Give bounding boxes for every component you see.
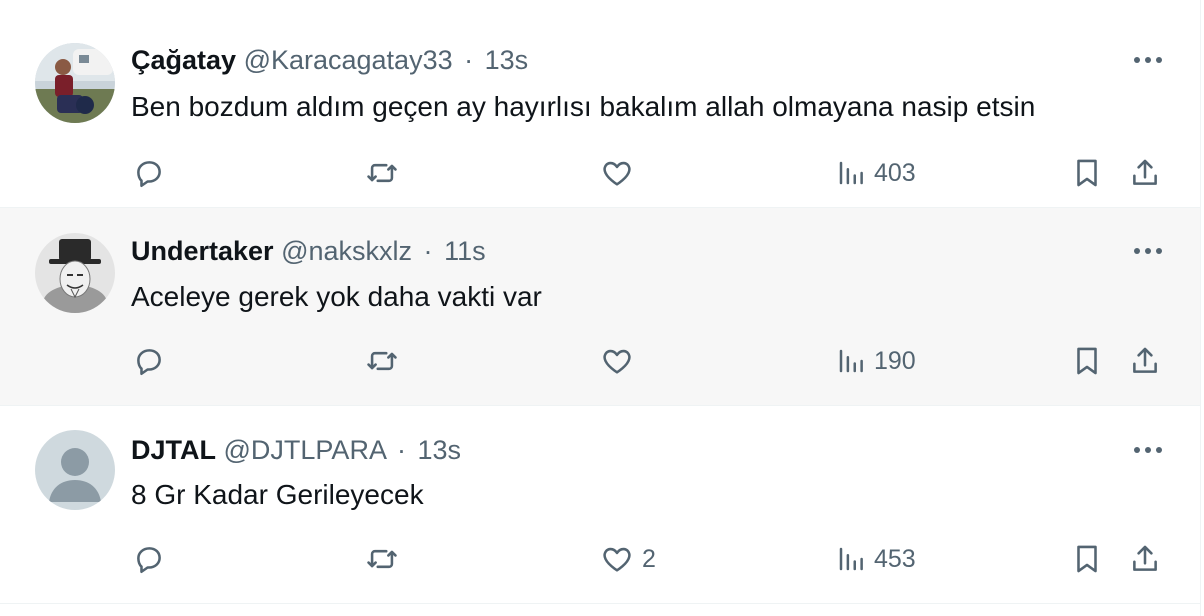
views-icon xyxy=(839,349,863,373)
display-name[interactable]: Undertaker xyxy=(131,236,274,266)
share-button[interactable] xyxy=(1128,150,1162,196)
tweet[interactable]: DJTAL @DJTLPARA · 13s 8 Gr Kadar Geriley… xyxy=(0,406,1200,604)
tweet-text: Ben bozdum aldım geçen ay hayırlısı baka… xyxy=(131,91,1036,122)
more-icon xyxy=(1134,248,1162,254)
bookmark-icon xyxy=(1077,159,1097,187)
retweet-icon xyxy=(367,163,397,183)
bookmark-button[interactable] xyxy=(1070,338,1104,384)
avatar[interactable] xyxy=(35,233,115,313)
like-icon xyxy=(603,547,631,572)
retweet-button[interactable] xyxy=(364,536,400,582)
action-bar: 190 xyxy=(0,338,1200,384)
retweet-button[interactable] xyxy=(364,338,400,384)
tweet-text: Aceleye gerek yok daha vakti var xyxy=(131,281,542,312)
tweet-header: Çağatay @Karacagatay33 · 13s xyxy=(131,40,528,80)
avatar-photo xyxy=(35,233,115,313)
bookmark-icon xyxy=(1077,545,1097,573)
reply-icon xyxy=(137,161,161,188)
like-icon xyxy=(603,161,631,186)
tweet[interactable]: Çağatay @Karacagatay33 · 13s Ben bozdum … xyxy=(0,10,1200,208)
separator-dot: · xyxy=(464,45,474,75)
action-bar: 2 453 xyxy=(0,536,1200,582)
tweet-header: Undertaker @nakskxlz · 11s xyxy=(131,231,486,271)
avatar[interactable] xyxy=(35,430,115,510)
retweet-icon xyxy=(367,351,397,371)
share-icon xyxy=(1133,347,1157,373)
reply-button[interactable] xyxy=(132,338,166,384)
more-icon xyxy=(1134,447,1162,453)
bookmark-button[interactable] xyxy=(1070,536,1104,582)
views-button[interactable]: 403 xyxy=(836,150,916,196)
more-button[interactable] xyxy=(1128,430,1168,470)
reply-icon xyxy=(137,349,161,376)
avatar-photo xyxy=(35,43,115,123)
separator-dot: · xyxy=(396,435,406,465)
view-count: 190 xyxy=(874,346,916,375)
action-bar: 403 xyxy=(0,150,1200,196)
separator-dot: · xyxy=(423,236,433,266)
bookmark-icon xyxy=(1077,347,1097,375)
share-icon xyxy=(1133,545,1157,571)
more-icon xyxy=(1134,57,1162,63)
user-handle[interactable]: @DJTLPARA xyxy=(224,435,386,465)
more-button[interactable] xyxy=(1128,40,1168,80)
views-button[interactable]: 453 xyxy=(836,536,916,582)
like-count: 2 xyxy=(642,544,656,573)
retweet-button[interactable] xyxy=(364,150,400,196)
bookmark-button[interactable] xyxy=(1070,150,1104,196)
views-icon xyxy=(839,161,863,185)
tweet-text: 8 Gr Kadar Gerileyecek xyxy=(131,479,424,510)
more-button[interactable] xyxy=(1128,231,1168,271)
view-count: 403 xyxy=(874,158,916,187)
views-icon xyxy=(839,547,863,571)
timeline-feed: Çağatay @Karacagatay33 · 13s Ben bozdum … xyxy=(0,0,1201,616)
view-count: 453 xyxy=(874,544,916,573)
tweet[interactable]: Undertaker @nakskxlz · 11s Aceleye gerek… xyxy=(0,208,1200,406)
display-name[interactable]: Çağatay xyxy=(131,45,236,75)
default-avatar-icon xyxy=(35,430,115,510)
share-button[interactable] xyxy=(1128,536,1162,582)
like-button[interactable]: 2 xyxy=(600,536,656,582)
timestamp[interactable]: 13s xyxy=(418,435,462,465)
views-button[interactable]: 190 xyxy=(836,338,916,384)
user-handle[interactable]: @nakskxlz xyxy=(281,236,412,266)
like-icon xyxy=(603,349,631,374)
like-button[interactable] xyxy=(600,338,642,384)
timestamp[interactable]: 13s xyxy=(485,45,529,75)
tweet-header: DJTAL @DJTLPARA · 13s xyxy=(131,430,461,470)
share-button[interactable] xyxy=(1128,338,1162,384)
timestamp[interactable]: 11s xyxy=(444,236,486,266)
avatar[interactable] xyxy=(35,43,115,123)
like-button[interactable] xyxy=(600,150,642,196)
display-name[interactable]: DJTAL xyxy=(131,435,216,465)
reply-button[interactable] xyxy=(132,536,166,582)
share-icon xyxy=(1133,159,1157,185)
reply-icon xyxy=(137,547,161,574)
user-handle[interactable]: @Karacagatay33 xyxy=(244,45,453,75)
reply-button[interactable] xyxy=(132,150,166,196)
retweet-icon xyxy=(367,549,397,569)
